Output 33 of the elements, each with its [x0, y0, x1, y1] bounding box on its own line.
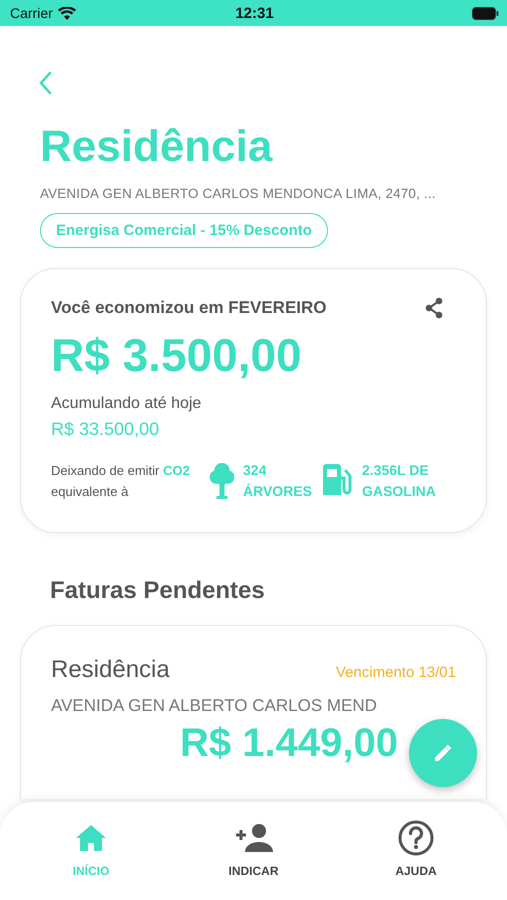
invoice-name: Residência	[51, 656, 170, 684]
share-icon	[424, 297, 444, 319]
section-title: Faturas Pendentes	[50, 577, 266, 605]
page-title: Residência	[40, 122, 274, 172]
savings-amount: R$ 3.500,00	[51, 328, 303, 383]
invoice-address: AVENIDA GEN ALBERTO CARLOS MEND	[51, 696, 378, 716]
equivalent-value: 2.356L DE	[362, 461, 430, 480]
invoice-card[interactable]: Residência Vencimento 13/01 AVENIDA GEN ALBERTO CARLOS MEND R$ 1.449,00	[20, 625, 487, 799]
home-icon	[75, 824, 107, 852]
accumulated-amount: R$ 33.500,00	[51, 419, 160, 440]
accumulated-label: Acumulando até hoje	[51, 395, 202, 413]
equivalent-unit: GASOLINA	[362, 482, 436, 501]
plan-badge: Energisa Comercial - 15% Desconto	[40, 213, 328, 248]
tree-icon	[209, 462, 235, 500]
carrier-name: Carrier	[10, 5, 53, 21]
clock-time: 12:31	[235, 4, 274, 22]
tab-item[interactable]: INDICAR	[198, 820, 308, 900]
tab-item[interactable]: AJUDA	[361, 820, 471, 900]
wifi-icon	[58, 6, 76, 20]
address-text: AVENIDA GEN ALBERTO CARLOS MENDONCA LIMA, 2470, ...	[40, 186, 437, 201]
savings-heading: Você economizou em FEVEREIRO	[51, 298, 327, 318]
back-button[interactable]	[38, 70, 54, 96]
back-chevron-icon	[38, 71, 52, 95]
add-person-icon	[234, 823, 274, 853]
battery-icon	[472, 6, 499, 20]
invoice-amount: R$ 1.449,00	[180, 720, 398, 766]
due-date: Vencimento 13/01	[336, 664, 456, 681]
equivalent-value: 324	[243, 461, 268, 480]
pencil-icon	[434, 744, 452, 762]
emission-text: Deixando de emitir CO2 equivalente à	[51, 462, 191, 501]
share-button[interactable]	[424, 297, 444, 319]
equivalent-unit: ÁRVORES	[243, 482, 312, 501]
help-icon	[398, 820, 434, 856]
